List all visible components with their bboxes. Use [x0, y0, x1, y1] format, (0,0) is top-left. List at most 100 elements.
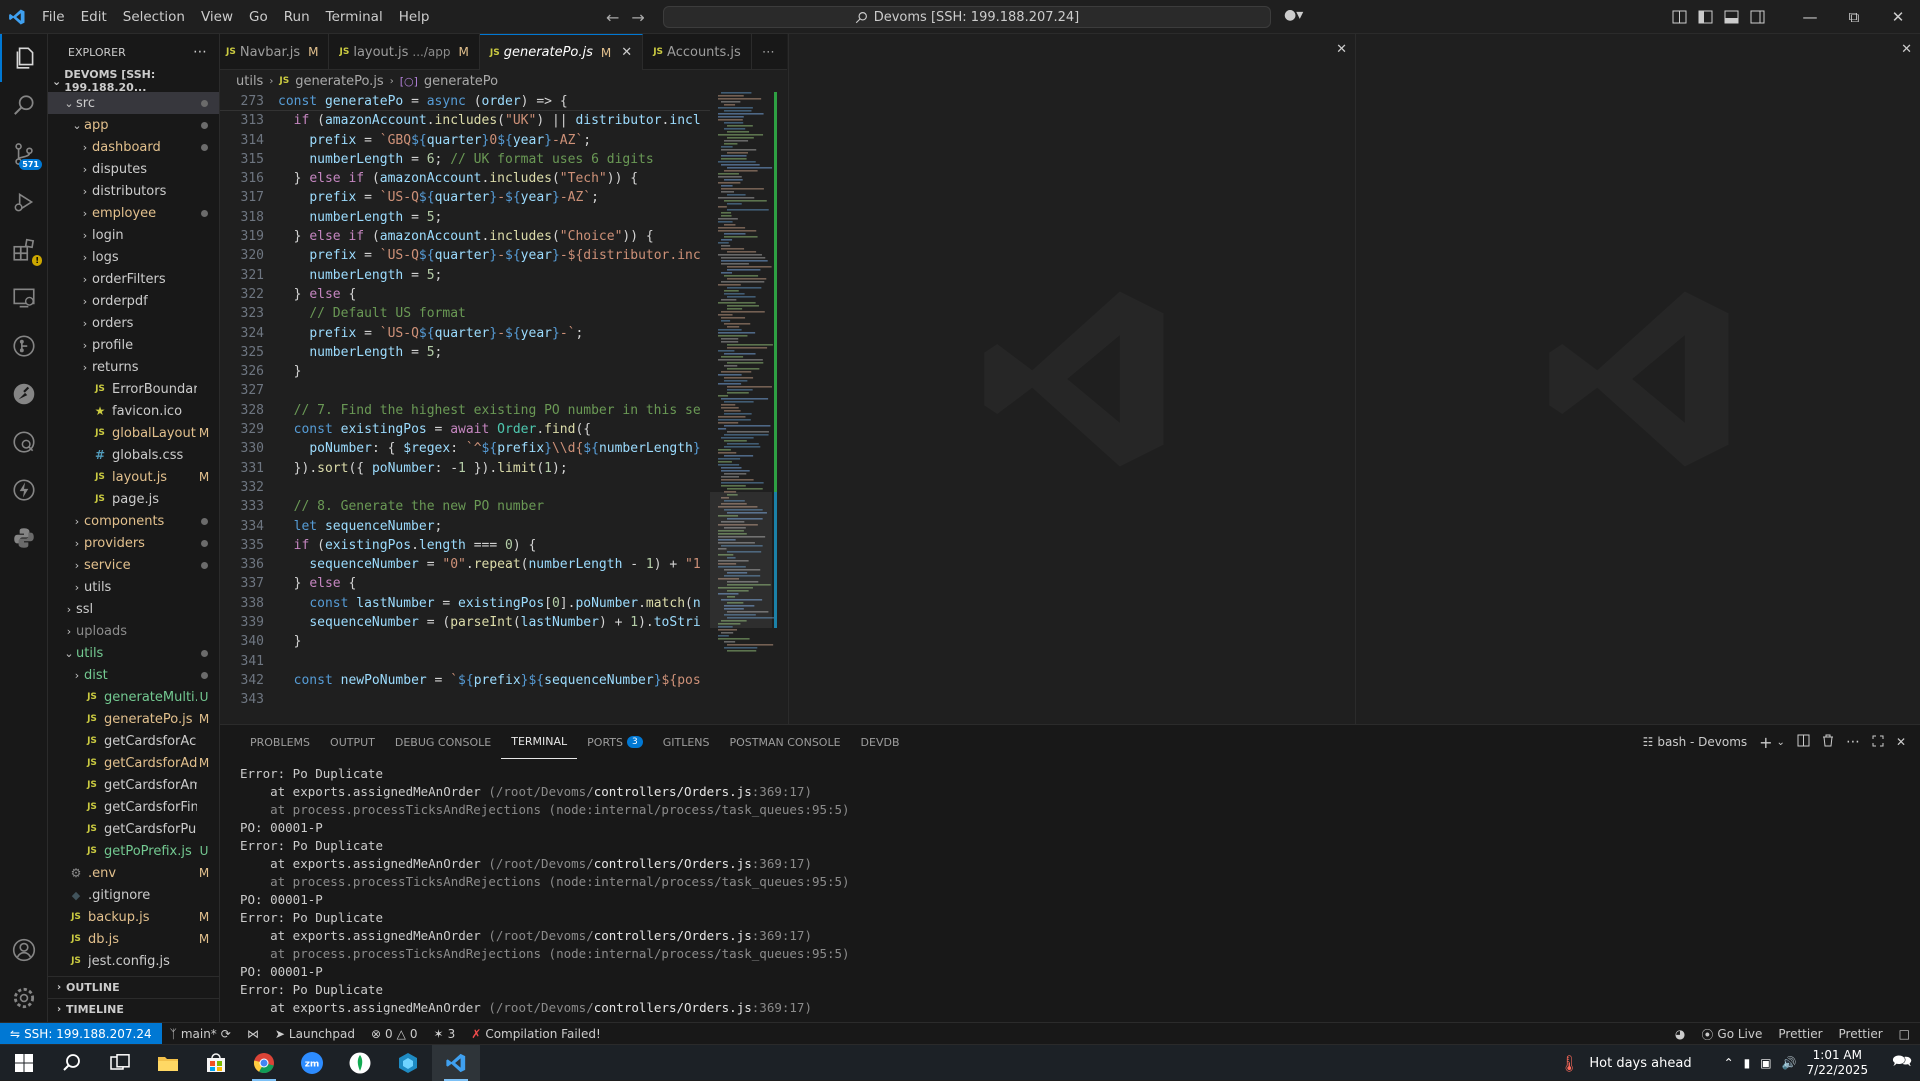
file-item[interactable]: JS layout.js M	[48, 466, 219, 488]
clock[interactable]: 1:01 AM 7/22/2025	[1807, 1048, 1869, 1078]
menu-go[interactable]: Go	[241, 0, 276, 34]
file-item[interactable]: JS getPoPrefix.js U	[48, 840, 219, 862]
code-line[interactable]: 323 // Default US format	[220, 304, 710, 323]
vscode-taskbar-icon[interactable]	[432, 1044, 480, 1081]
forward-arrow-icon[interactable]: →	[631, 8, 644, 27]
volume-icon[interactable]: 🔊	[1782, 1056, 1797, 1070]
code-line[interactable]: 317 prefix = `US-Q${quarter}-${year}-AZ`…	[220, 188, 710, 207]
code-line[interactable]: 338 const lastNumber = existingPos[0].po…	[220, 594, 710, 613]
remote-explorer-icon[interactable]	[0, 274, 48, 322]
code-line[interactable]: 273 const generatePo = async (order) => {	[220, 92, 710, 112]
menu-terminal[interactable]: Terminal	[318, 0, 391, 34]
terminal-file-link[interactable]: controllers/Orders.js	[594, 856, 752, 871]
panel-tab-terminal[interactable]: TERMINAL	[501, 725, 578, 759]
code-line[interactable]: 320 prefix = `US-Q${quarter}-${year}-${d…	[220, 246, 710, 265]
file-item[interactable]: JS jest.config.js	[48, 950, 219, 972]
thermometer-icon[interactable]: 🌡	[1559, 1054, 1579, 1073]
file-item[interactable]: JS getCardsforAmazon.js	[48, 774, 219, 796]
mongodb-compass-icon[interactable]	[336, 1045, 384, 1081]
maximize-panel-icon[interactable]	[1872, 735, 1884, 750]
panel-tab-postman-console[interactable]: POSTMAN CONSOLE	[720, 725, 851, 759]
code-line[interactable]: 322 } else {	[220, 285, 710, 304]
folder-item[interactable]: › dashboard	[48, 136, 219, 158]
folder-item[interactable]: › ssl	[48, 598, 219, 620]
battery-icon[interactable]: ▮	[1744, 1056, 1751, 1070]
terminal-output[interactable]: Error: Po Duplicate at exports.assignedM…	[240, 765, 850, 1017]
folder-item[interactable]: › returns	[48, 356, 219, 378]
file-item[interactable]: JS getCardsforAccount.js	[48, 730, 219, 752]
more-tabs-icon[interactable]: ⋯	[752, 34, 785, 70]
tab-layout-js[interactable]: JS layout.js .../app M	[329, 34, 480, 70]
weather-label[interactable]: Hot days ahead	[1589, 1056, 1691, 1071]
code-line[interactable]: 337 } else {	[220, 574, 710, 593]
prettier-status-2[interactable]: Prettier	[1831, 1027, 1891, 1041]
code-line[interactable]: 334 let sequenceNumber;	[220, 517, 710, 536]
minimap[interactable]	[710, 92, 787, 724]
code-line[interactable]: 340 }	[220, 632, 710, 651]
extensions-icon[interactable]: !	[0, 226, 48, 274]
more-actions-icon[interactable]: ⋯	[1846, 734, 1860, 750]
code-line[interactable]: 326 }	[220, 362, 710, 381]
file-item[interactable]: JS getCardsforFinance.js	[48, 796, 219, 818]
network-icon[interactable]: ▣	[1760, 1056, 1771, 1070]
folder-item[interactable]: › employee	[48, 202, 219, 224]
launchpad-button[interactable]: ➤ Launchpad	[267, 1027, 363, 1041]
code-line[interactable]: 321 numberLength = 5;	[220, 266, 710, 285]
file-item[interactable]: ⚙ .env M	[48, 862, 219, 884]
menu-file[interactable]: File	[34, 0, 73, 34]
file-item[interactable]: JS globalLayout.jsM	[48, 422, 219, 444]
code-line[interactable]: 343	[220, 690, 710, 709]
copilot-status[interactable]: ◕	[1667, 1027, 1693, 1041]
search-activity-icon[interactable]	[0, 82, 48, 130]
code-line[interactable]: 330 poNumber: { $regex: `^${prefix}\\d{$…	[220, 439, 710, 458]
breadcrumb-folder[interactable]: utils	[236, 74, 263, 89]
code-line[interactable]: 327	[220, 381, 710, 400]
trash-icon[interactable]	[1822, 734, 1834, 750]
outline-section[interactable]: › OUTLINE	[48, 976, 219, 998]
file-item[interactable]: JS page.js	[48, 488, 219, 510]
file-item[interactable]: ★ favicon.ico	[48, 400, 219, 422]
terminal-selector[interactable]: ☷ bash - Devoms	[1643, 735, 1748, 749]
menu-edit[interactable]: Edit	[73, 0, 115, 34]
panel-tab-ports[interactable]: PORTS 3	[577, 725, 653, 759]
folder-item[interactable]: › logs	[48, 246, 219, 268]
git-branch[interactable]: ᛉ main* ⟳	[162, 1027, 239, 1041]
prettier-status[interactable]: Prettier	[1770, 1027, 1830, 1041]
dev-app-icon[interactable]	[384, 1045, 432, 1081]
code-line[interactable]: 318 numberLength = 5;	[220, 208, 710, 227]
compile-status[interactable]: ✗ Compilation Failed!	[463, 1027, 609, 1041]
minimize-icon[interactable]: —	[1788, 8, 1832, 26]
folder-item[interactable]: › login	[48, 224, 219, 246]
close-group-icon[interactable]: ✕	[1336, 42, 1347, 57]
breadcrumb-file[interactable]: generatePo.js	[295, 74, 384, 89]
notifications-bell-icon[interactable]: □	[1891, 1027, 1920, 1041]
folder-item[interactable]: ⌄ src	[48, 92, 219, 114]
source-control-icon[interactable]: 571	[0, 130, 48, 178]
run-debug-icon[interactable]	[0, 178, 48, 226]
terminal-file-link[interactable]: controllers/Orders.js	[594, 928, 752, 943]
file-item[interactable]: JS generatePo.js M	[48, 708, 219, 730]
toggle-secondary-sidebar-icon[interactable]	[1744, 10, 1770, 24]
file-item[interactable]: ◆ .gitignore	[48, 884, 219, 906]
folder-item[interactable]: › uploads	[48, 620, 219, 642]
folder-item[interactable]: › disputes	[48, 158, 219, 180]
code-line[interactable]: 333 // 8. Generate the new PO number	[220, 497, 710, 516]
restore-icon[interactable]: ⧉	[1832, 8, 1876, 26]
code-line[interactable]: 339 sequenceNumber = (parseInt(lastNumbe…	[220, 613, 710, 632]
folder-item[interactable]: › providers	[48, 532, 219, 554]
chrome-icon[interactable]	[240, 1045, 288, 1081]
notification-center-icon[interactable]: 🗪	[1892, 1050, 1912, 1077]
code-line[interactable]: 341	[220, 652, 710, 671]
code-line[interactable]: 324 prefix = `US-Q${quarter}-${year}-`;	[220, 324, 710, 343]
task-view-icon[interactable]	[96, 1045, 144, 1081]
taskbar-search-icon[interactable]	[48, 1045, 96, 1081]
zoom-icon[interactable]: zm	[288, 1045, 336, 1081]
accounts-icon[interactable]	[0, 926, 48, 974]
file-item[interactable]: JS db.js M	[48, 928, 219, 950]
close-tab-icon[interactable]: ✕	[621, 45, 632, 60]
close-panel-icon[interactable]: ✕	[1896, 735, 1906, 749]
folder-item[interactable]: ⌄ app	[48, 114, 219, 136]
copilot-icon[interactable]: ●▾	[1284, 7, 1303, 23]
panel-tab-problems[interactable]: PROBLEMS	[240, 725, 320, 759]
file-item[interactable]: JS backup.js M	[48, 906, 219, 928]
